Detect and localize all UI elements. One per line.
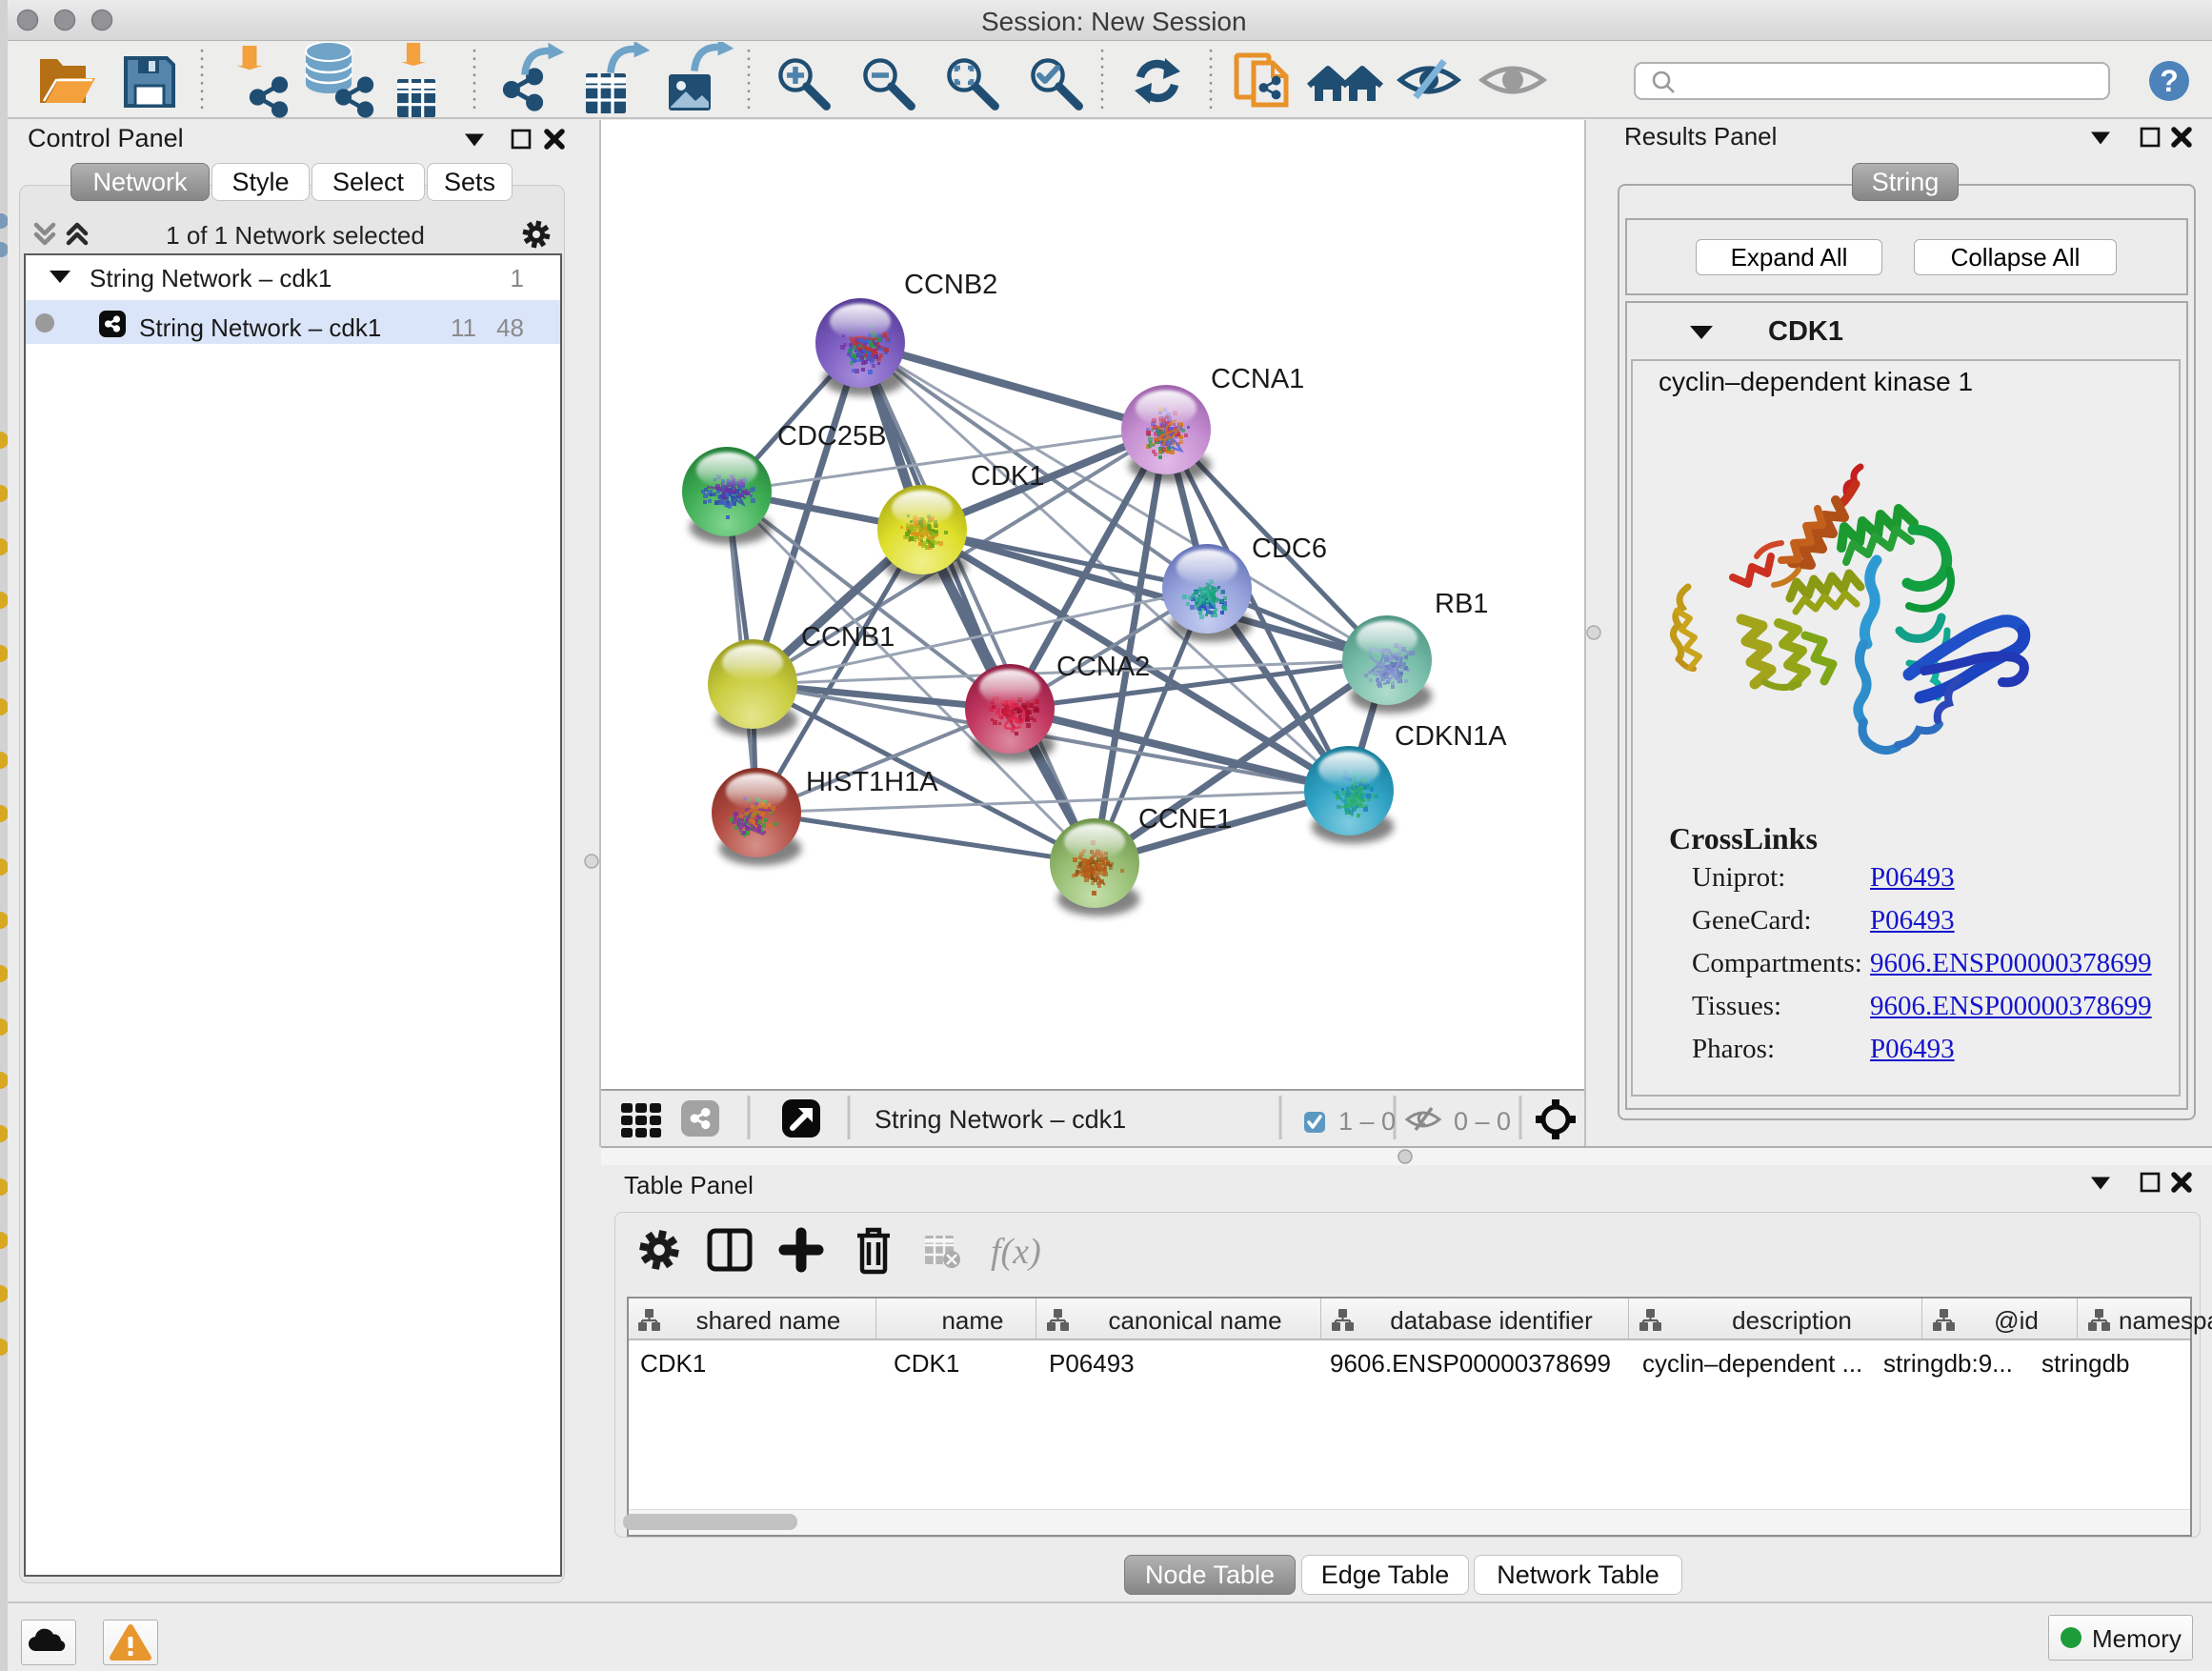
svg-text:CDKN1A: CDKN1A <box>1395 721 1507 752</box>
svg-text:CCNB2: CCNB2 <box>904 270 997 300</box>
svg-text:CDC25B: CDC25B <box>777 421 886 452</box>
svg-text:HIST1H1A: HIST1H1A <box>806 767 938 797</box>
svg-text:CCNB1: CCNB1 <box>801 622 895 653</box>
svg-text:CCNA2: CCNA2 <box>1056 652 1150 682</box>
svg-text:CDK1: CDK1 <box>971 461 1044 492</box>
svg-text:CCNE1: CCNE1 <box>1138 804 1232 835</box>
svg-text:CDC6: CDC6 <box>1252 534 1327 564</box>
svg-text:f(x): f(x) <box>991 1232 1041 1272</box>
svg-text:CCNA1: CCNA1 <box>1211 364 1304 394</box>
svg-text:?: ? <box>2160 64 2179 98</box>
svg-text:RB1: RB1 <box>1435 589 1488 619</box>
